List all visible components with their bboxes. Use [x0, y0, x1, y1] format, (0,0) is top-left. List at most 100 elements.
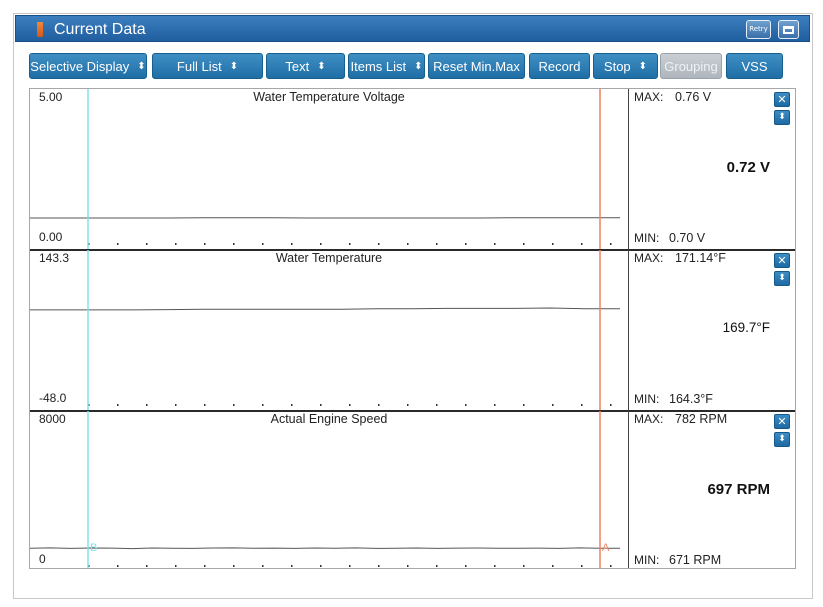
graph-panel: 5.00 0.00 Water Temperature Voltage MAX: 0.7…: [30, 89, 795, 250]
updown-arrows-icon: ⬍: [137, 60, 146, 72]
x-axis-tick: [407, 243, 409, 245]
max-label: MAX:: [634, 90, 664, 104]
x-axis-tick: [291, 404, 293, 406]
resize-graph-icon[interactable]: ⬍: [774, 271, 790, 286]
x-axis-tick: [291, 565, 293, 567]
x-axis-tick: [378, 243, 380, 245]
x-axis-tick: [407, 565, 409, 567]
toolbar-button-reset-min-max[interactable]: Reset Min.Max: [428, 53, 525, 79]
x-axis-tick: [610, 243, 612, 245]
x-axis-tick: [378, 565, 380, 567]
min-value: 0.70 V: [669, 231, 706, 245]
graph-svg: [30, 250, 620, 411]
toolbar-button-label: Items List: [350, 58, 407, 74]
graph-trace-line: [30, 547, 621, 550]
updown-arrows-icon: ⬍: [414, 60, 423, 72]
chart-area: 5.00 0.00 Water Temperature Voltage MAX: 0.7…: [29, 88, 796, 569]
toolbar-button-label: Selective Display: [30, 58, 130, 74]
x-axis-tick: [117, 404, 119, 406]
x-axis-tick: [436, 404, 438, 406]
x-axis-tick: [262, 404, 264, 406]
min-value: 671 RPM: [669, 553, 722, 567]
graph-title: Actual Engine Speed: [270, 412, 388, 426]
min-label: MIN:: [634, 392, 660, 406]
max-value: 782 RPM: [675, 412, 728, 426]
close-graph-button[interactable]: ✕: [774, 253, 790, 268]
graph-svg: BA: [30, 411, 621, 568]
close-graph-button[interactable]: ✕: [774, 414, 790, 429]
max-label: MAX:: [634, 412, 664, 426]
graph-plot-area[interactable]: 5.00 0.00 Water Temperature Voltage: [30, 89, 628, 250]
max-value: 0.76 V: [675, 90, 712, 104]
x-axis-tick: [233, 404, 235, 406]
x-axis-tick: [233, 243, 235, 245]
graph-panel: 143.3 -48.0 Water Temperature MAX: 171.14°F 1…: [30, 250, 795, 411]
x-axis-tick: [581, 404, 583, 406]
x-axis-tick: [465, 404, 467, 406]
x-axis-tick: [610, 404, 612, 406]
x-axis-tick: [465, 243, 467, 245]
toolbar-button-vss[interactable]: VSS: [726, 53, 783, 79]
x-axis-tick: [581, 243, 583, 245]
updown-arrows-icon: ⬍: [638, 60, 648, 72]
retry-button[interactable]: Retry: [746, 20, 771, 39]
toolbar-button-grouping[interactable]: Grouping: [660, 53, 722, 79]
x-axis-tick: [117, 243, 119, 245]
graph-plot-area[interactable]: 143.3 -48.0 Water Temperature: [30, 250, 628, 411]
max-label: MAX:: [634, 251, 664, 265]
x-axis-tick: [465, 565, 467, 567]
min-label: MIN:: [634, 231, 660, 245]
toolbar-button-record[interactable]: Record: [529, 53, 590, 79]
maximize-button[interactable]: [778, 20, 799, 39]
x-axis-tick: [552, 243, 554, 245]
toolbar-button-full-list[interactable]: Full List ⬍: [152, 53, 263, 79]
x-axis-tick: [349, 243, 351, 245]
x-axis-tick: [175, 404, 177, 406]
x-axis-tick: [494, 243, 496, 245]
x-axis-tick: [407, 404, 409, 406]
toolbar-button-label: Reset Min.Max: [433, 58, 520, 74]
x-axis-tick: [291, 243, 293, 245]
x-axis-tick: [552, 565, 554, 567]
graph-plot-area[interactable]: B A 8000 0 Actual Engine Speed: [30, 411, 628, 568]
x-axis-tick: [117, 565, 119, 567]
value-side-panel: MAX: 171.14°F 169.7°F MIN: 164.3°F ✕ ⬍: [629, 250, 795, 411]
close-graph-button[interactable]: ✕: [774, 92, 790, 107]
current-value: 0.72 V: [726, 159, 770, 176]
x-axis-tick: [349, 565, 351, 567]
graph-svg: [30, 89, 620, 250]
current-value: 697 RPM: [707, 481, 770, 498]
resize-graph-icon[interactable]: ⬍: [774, 110, 790, 125]
x-axis-tick: [146, 243, 148, 245]
graph-title: Water Temperature Voltage: [253, 90, 405, 104]
y-axis-min-label: 0.00: [39, 230, 63, 244]
toolbar-button-items-list[interactable]: Items List ⬍: [348, 53, 425, 79]
title-bar: Current Data Retry: [15, 15, 810, 42]
updown-arrows-icon: ⬍: [317, 60, 326, 72]
x-axis-tick: [175, 565, 177, 567]
resize-graph-icon[interactable]: ⬍: [774, 432, 790, 447]
toolbar-button-label: Text: [285, 58, 310, 74]
graph-panel: B A 8000 0 Actual Engine Speed MAX: 782 RPM 697…: [30, 411, 795, 568]
x-axis-tick: [610, 565, 612, 567]
x-axis-tick: [204, 243, 206, 245]
cursor-a-label: A: [602, 542, 610, 554]
y-axis-min-label: 0: [39, 552, 46, 566]
window-title: Current Data: [54, 21, 146, 38]
toolbar-button-label: Full List: [176, 58, 222, 74]
x-axis-tick: [320, 565, 322, 567]
x-axis-tick: [494, 565, 496, 567]
x-axis-tick: [146, 565, 148, 567]
toolbar-button-text[interactable]: Text ⬍: [266, 53, 345, 79]
x-axis-tick: [523, 404, 525, 406]
toolbar-button-stop[interactable]: Stop ⬍: [593, 53, 658, 79]
toolbar-button-label: Stop: [603, 58, 631, 74]
toolbar-button-label: Record: [538, 58, 581, 74]
x-axis-tick: [523, 565, 525, 567]
x-axis-tick: [262, 243, 264, 245]
toolbar-button-selective-display[interactable]: Selective Display ⬍: [29, 53, 147, 79]
x-axis-tick: [204, 404, 206, 406]
x-axis-tick: [320, 404, 322, 406]
x-axis-tick: [436, 565, 438, 567]
x-axis-tick: [262, 565, 264, 567]
